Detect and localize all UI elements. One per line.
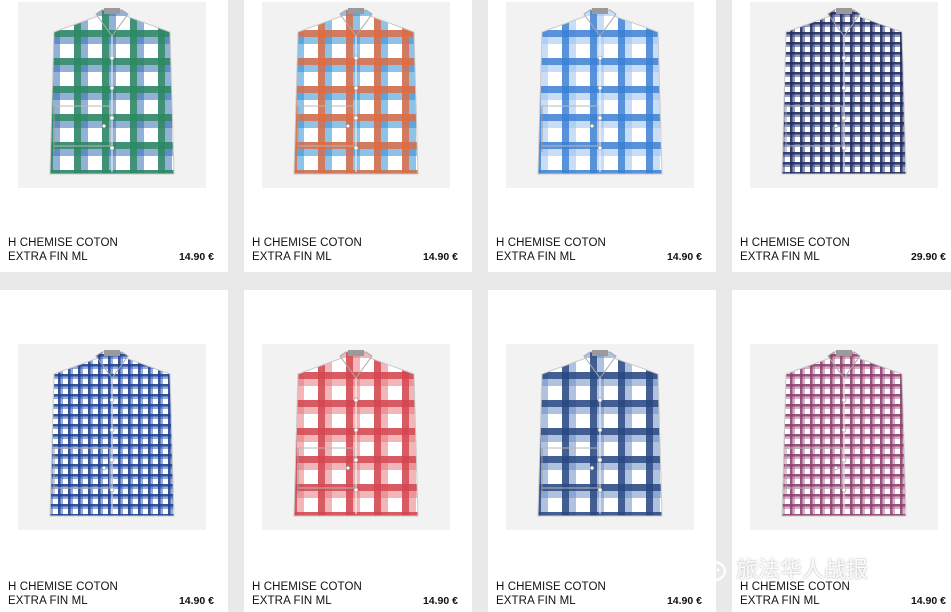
product-image[interactable] xyxy=(506,344,694,530)
product-image[interactable] xyxy=(506,2,694,188)
product-image[interactable] xyxy=(750,344,938,530)
product-image[interactable] xyxy=(18,344,206,530)
product-name-line2[interactable]: EXTRA FIN ML xyxy=(496,594,576,608)
product-name-line1[interactable]: H CHEMISE COTON xyxy=(496,580,606,594)
product-price: 14.90 € xyxy=(178,595,214,607)
product-name-line1[interactable]: H CHEMISE COTON xyxy=(8,580,118,594)
product-name-line2[interactable]: EXTRA FIN ML xyxy=(252,250,332,264)
shirt-image xyxy=(18,2,206,188)
product-card[interactable]: H CHEMISE COTON EXTRA FIN ML 14.90 € xyxy=(0,290,228,612)
product-card[interactable]: H CHEMISE COTON EXTRA FIN ML 14.90 € xyxy=(488,0,716,272)
shirt-image xyxy=(750,2,938,188)
shirt-image xyxy=(262,2,450,188)
watermark: 旅法华人战报 xyxy=(684,548,868,588)
product-price: 14.90 € xyxy=(910,595,946,607)
product-name-line1[interactable]: H CHEMISE COTON xyxy=(496,236,606,250)
shirt-image xyxy=(750,344,938,530)
product-name-line2[interactable]: EXTRA FIN ML xyxy=(740,250,820,264)
product-name-line1[interactable]: H CHEMISE COTON xyxy=(252,580,362,594)
product-price: 14.90 € xyxy=(666,251,702,263)
product-price: 14.90 € xyxy=(178,251,214,263)
product-card[interactable]: H CHEMISE COTON EXTRA FIN ML 14.90 € xyxy=(244,290,472,612)
product-name-line2[interactable]: EXTRA FIN ML xyxy=(740,594,820,608)
shirt-image xyxy=(262,344,450,530)
product-name-line1[interactable]: H CHEMISE COTON xyxy=(8,236,118,250)
product-card[interactable]: H CHEMISE COTON EXTRA FIN ML 14.90 € xyxy=(488,290,716,612)
product-price: 14.90 € xyxy=(422,251,458,263)
product-card[interactable]: H CHEMISE COTON EXTRA FIN ML 14.90 € xyxy=(244,0,472,272)
wechat-logo-icon xyxy=(684,553,727,582)
product-price: 14.90 € xyxy=(666,595,702,607)
product-image[interactable] xyxy=(262,344,450,530)
product-image[interactable] xyxy=(262,2,450,188)
product-price: 29.90 € xyxy=(910,251,946,263)
product-card[interactable]: H CHEMISE COTON EXTRA FIN ML 14.90 € xyxy=(0,0,228,272)
product-name-line2[interactable]: EXTRA FIN ML xyxy=(252,594,332,608)
product-name-line1[interactable]: H CHEMISE COTON xyxy=(740,236,850,250)
product-card[interactable]: H CHEMISE COTON EXTRA FIN ML 29.90 € xyxy=(732,0,951,272)
product-name-line2[interactable]: EXTRA FIN ML xyxy=(8,250,88,264)
shirt-image xyxy=(18,344,206,530)
product-image[interactable] xyxy=(18,2,206,188)
product-grid: H CHEMISE COTON EXTRA FIN ML 14.90 € H CHE… xyxy=(0,0,951,612)
product-name-line1[interactable]: H CHEMISE COTON xyxy=(252,236,362,250)
product-image[interactable] xyxy=(750,2,938,188)
product-name-line2[interactable]: EXTRA FIN ML xyxy=(496,250,576,264)
product-price: 14.90 € xyxy=(422,595,458,607)
watermark-text: 旅法华人战报 xyxy=(736,558,869,583)
shirt-image xyxy=(506,344,694,530)
shirt-image xyxy=(506,2,694,188)
product-name-line2[interactable]: EXTRA FIN ML xyxy=(8,594,88,608)
